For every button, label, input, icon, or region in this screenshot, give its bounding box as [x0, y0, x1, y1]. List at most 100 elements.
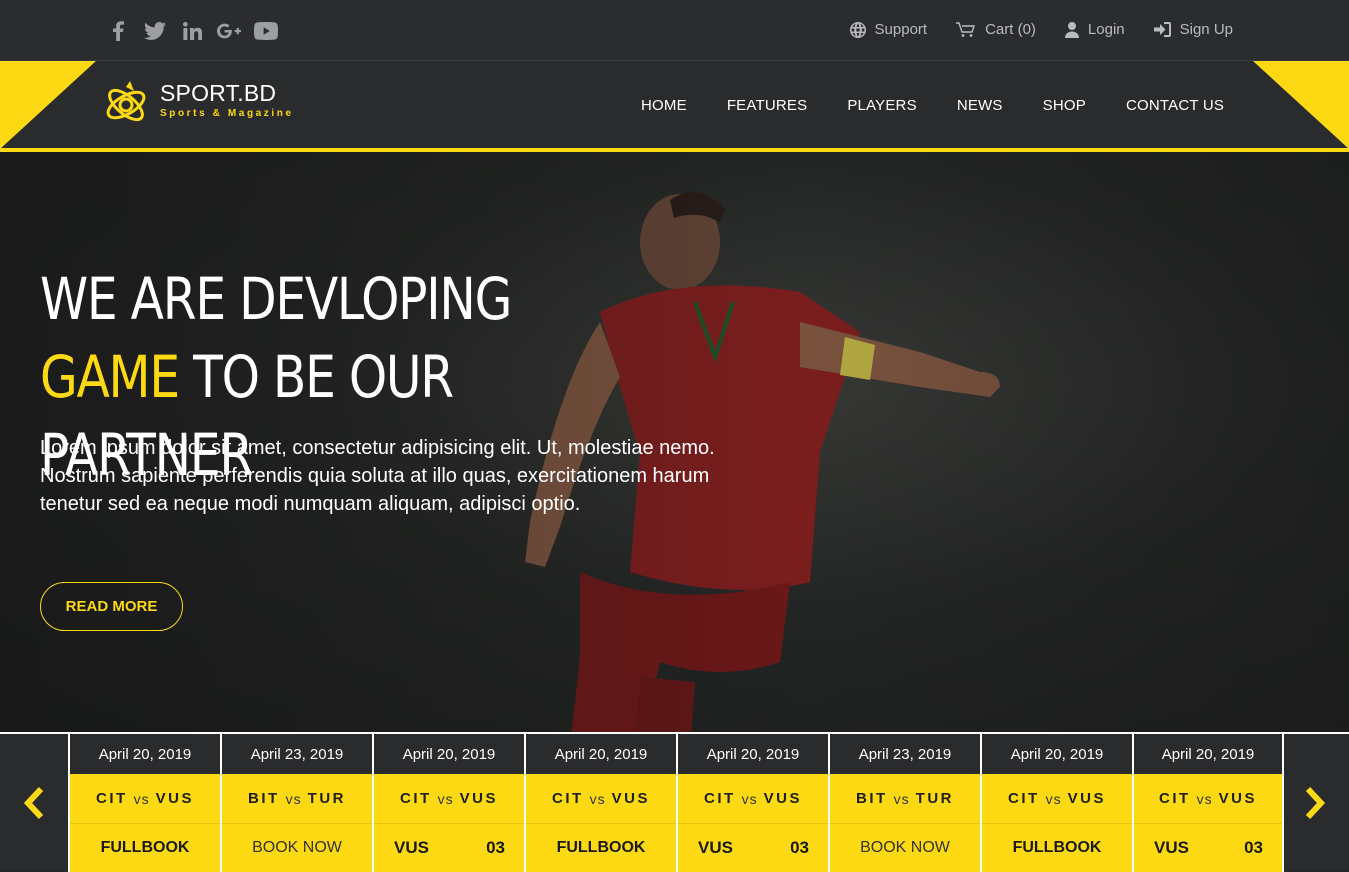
fixture-score-team: VUS	[394, 838, 429, 857]
fixture-action-button[interactable]: VUS 03	[374, 824, 524, 872]
fixture-action-label: FULLBOOK	[556, 839, 646, 856]
nav-shop[interactable]: SHOP	[1043, 97, 1086, 114]
fixture-date: April 20, 2019	[526, 734, 676, 774]
cart-link[interactable]: Cart (0)	[956, 21, 1036, 38]
fixture-action-button[interactable]: BOOK NOW	[830, 824, 980, 872]
support-link[interactable]: Support	[849, 21, 928, 38]
fixture-team-b: VUS	[763, 790, 802, 807]
fixture-team-a: CIT	[95, 790, 128, 807]
twitter-icon[interactable]	[143, 19, 167, 43]
fixture-team-a: BIT	[248, 790, 280, 807]
read-more-button[interactable]: READ MORE	[40, 582, 183, 631]
fixture-teams: CIT vs VUS	[678, 774, 828, 824]
fixture-vs: vs	[741, 790, 758, 807]
fixture-team-b: TUR	[915, 790, 954, 807]
fixture-date: April 20, 2019	[1134, 734, 1282, 774]
fixture-teams: CIT vs VUS	[526, 774, 676, 824]
chevron-right-icon	[1305, 786, 1326, 820]
support-label: Support	[874, 21, 928, 38]
fixture-vs: vs	[437, 790, 454, 807]
nav-contact-us[interactable]: CONTACT US	[1126, 97, 1224, 114]
logo-title: SPORT.BD	[160, 80, 277, 106]
fixture-date: April 20, 2019	[374, 734, 524, 774]
fixture-card: April 20, 2019 CIT vs VUS FULLBOOK	[980, 734, 1132, 872]
fixture-action-button[interactable]: FULLBOOK	[526, 824, 676, 872]
fixture-team-a: CIT	[551, 790, 584, 807]
fixture-action-button[interactable]: FULLBOOK	[982, 824, 1132, 872]
fixture-date: April 20, 2019	[678, 734, 828, 774]
linkedin-icon[interactable]	[180, 19, 204, 43]
signup-label: Sign Up	[1179, 21, 1233, 38]
login-label: Login	[1087, 21, 1125, 38]
youtube-icon[interactable]	[254, 19, 278, 43]
fixture-card: April 20, 2019 CIT vs VUS VUS 03	[1132, 734, 1284, 872]
globe-icon	[849, 21, 866, 38]
fixture-date: April 23, 2019	[222, 734, 372, 774]
fixture-team-b: VUS	[1218, 790, 1257, 807]
fixture-cards: April 20, 2019 CIT vs VUS FULLBOOK April 23, …	[68, 734, 1284, 872]
fixture-team-a: CIT	[399, 790, 432, 807]
fixture-action-label: BOOK NOW	[860, 839, 950, 856]
site-logo[interactable]: SPORT.BD Sports & Magazine	[100, 77, 294, 131]
fixture-action-label: BOOK NOW	[252, 839, 342, 856]
fixture-date: April 20, 2019	[982, 734, 1132, 774]
signup-link[interactable]: Sign Up	[1153, 21, 1233, 38]
fixtures-carousel: April 20, 2019 CIT vs VUS FULLBOOK April 23, …	[0, 732, 1349, 872]
fixture-action-button[interactable]: FULLBOOK	[70, 824, 220, 872]
fixture-date: April 23, 2019	[830, 734, 980, 774]
social-links	[106, 19, 291, 43]
fixture-action-button[interactable]: VUS 03	[1134, 824, 1282, 872]
fixture-teams: CIT vs VUS	[1134, 774, 1282, 824]
fixture-card: April 20, 2019 CIT vs VUS FULLBOOK	[68, 734, 220, 872]
fixture-vs: vs	[589, 790, 606, 807]
fixture-team-b: VUS	[155, 790, 194, 807]
nav-players[interactable]: PLAYERS	[847, 97, 917, 114]
fixture-score-value: 03	[1244, 838, 1263, 857]
fixture-team-a: CIT	[703, 790, 736, 807]
fixture-action-label: FULLBOOK	[1012, 839, 1102, 856]
logo-emblem-icon	[106, 81, 146, 122]
main-header: SPORT.BD Sports & Magazine HOME FEATURES…	[0, 61, 1349, 152]
fixture-action-label: FULLBOOK	[100, 839, 190, 856]
google-plus-icon[interactable]	[217, 19, 241, 43]
cart-icon	[956, 21, 976, 37]
fixture-card: April 20, 2019 CIT vs VUS VUS 03	[676, 734, 828, 872]
fixture-date: April 20, 2019	[70, 734, 220, 774]
fixture-teams: CIT vs VUS	[374, 774, 524, 824]
fixture-team-b: VUS	[459, 790, 498, 807]
carousel-prev-button[interactable]	[0, 734, 68, 872]
fixture-vs: vs	[893, 790, 910, 807]
nav-news[interactable]: NEWS	[957, 97, 1003, 114]
fixture-team-a: CIT	[1158, 790, 1191, 807]
nav-home[interactable]: HOME	[641, 97, 687, 114]
fixture-teams: BIT vs TUR	[830, 774, 980, 824]
header-right-accent	[1253, 61, 1349, 149]
headline-highlight: GAME	[40, 343, 180, 411]
header-left-accent	[0, 61, 96, 149]
fixture-team-a: BIT	[856, 790, 888, 807]
fixture-card: April 23, 2019 BIT vs TUR BOOK NOW	[828, 734, 980, 872]
fixture-action-button[interactable]: VUS 03	[678, 824, 828, 872]
cart-label: Cart (0)	[985, 21, 1036, 38]
fixture-team-b: VUS	[611, 790, 650, 807]
fixture-team-b: VUS	[1067, 790, 1106, 807]
logo-subtitle: Sports & Magazine	[160, 108, 294, 119]
fixture-score-team: VUS	[1154, 838, 1189, 857]
fixture-vs: vs	[1045, 790, 1062, 807]
fixture-score-team: VUS	[698, 838, 733, 857]
user-icon	[1064, 21, 1079, 38]
fixture-vs: vs	[133, 790, 150, 807]
fixture-vs: vs	[285, 790, 302, 807]
carousel-next-button[interactable]	[1281, 734, 1349, 872]
fixture-card: April 20, 2019 CIT vs VUS VUS 03	[372, 734, 524, 872]
fixture-card: April 23, 2019 BIT vs TUR BOOK NOW	[220, 734, 372, 872]
fixture-team-b: TUR	[307, 790, 346, 807]
nav-features[interactable]: FEATURES	[727, 97, 808, 114]
fixture-score-value: 03	[790, 838, 809, 857]
main-nav: HOME FEATURES PLAYERS NEWS SHOP CONTACT …	[641, 97, 1264, 114]
login-link[interactable]: Login	[1064, 21, 1125, 38]
facebook-icon[interactable]	[106, 19, 130, 43]
chevron-left-icon	[23, 786, 44, 820]
fixture-action-button[interactable]: BOOK NOW	[222, 824, 372, 872]
hero-banner: WE ARE DEVLOPING GAME TO BE OUR PARTNER …	[0, 152, 1349, 732]
